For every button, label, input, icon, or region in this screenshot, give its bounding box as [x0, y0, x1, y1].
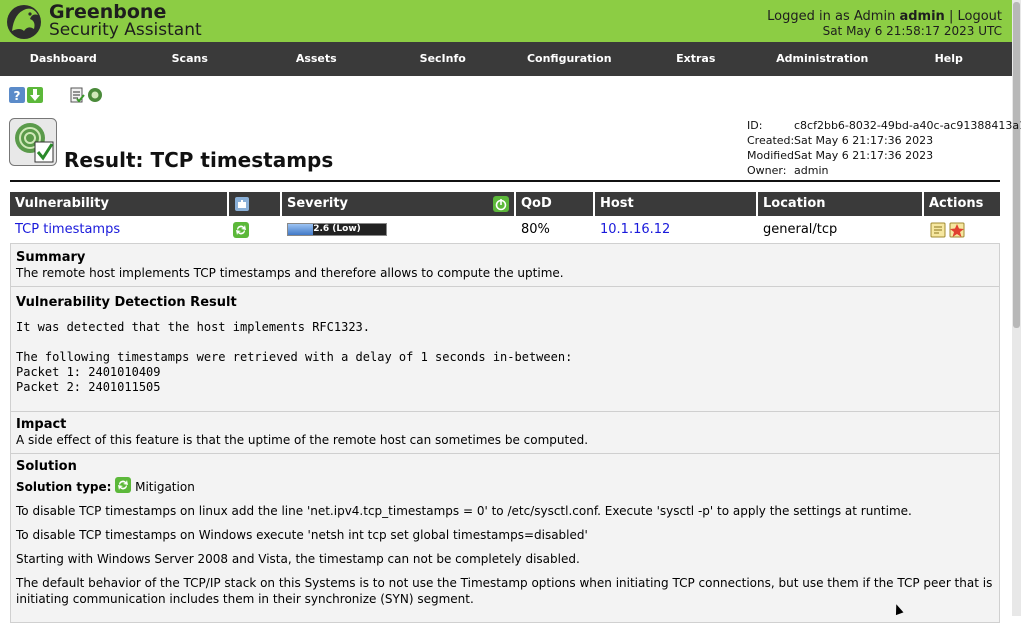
delta-icon[interactable]: [87, 87, 103, 103]
summary-heading: Summary: [16, 250, 86, 265]
cell-location: general/tcp: [763, 222, 838, 237]
nav-configuration[interactable]: Configuration: [506, 42, 633, 76]
puzzle-icon: [235, 197, 249, 211]
cell-solution-type: [229, 218, 282, 242]
username-link[interactable]: admin: [899, 9, 944, 24]
summary-section: Summary The remote host implements TCP t…: [11, 244, 999, 287]
impact-heading: Impact: [16, 417, 67, 432]
vulnerability-link[interactable]: TCP timestamps: [15, 222, 120, 237]
logout-link[interactable]: Logout: [957, 9, 1002, 24]
meta-owner-value: admin: [794, 164, 829, 177]
nav-help[interactable]: Help: [886, 42, 1013, 76]
cell-vulnerability: TCP timestamps: [10, 218, 229, 242]
meta-modified-value: Sat May 6 21:17:36 2023: [794, 149, 934, 162]
nav-assets[interactable]: Assets: [253, 42, 380, 76]
page-scrollbar[interactable]: [1012, 0, 1021, 616]
solution-section: Solution Solution type: Mitigation To di…: [11, 454, 999, 612]
greenbone-dragon-logo-icon[interactable]: [4, 1, 44, 41]
summary-text: The remote host implements TCP timestamp…: [16, 266, 564, 280]
nav-secinfo[interactable]: SecInfo: [380, 42, 507, 76]
main-nav: Dashboard Scans Assets SecInfo Configura…: [0, 42, 1012, 76]
col-location[interactable]: Location: [758, 192, 924, 216]
solution-type-line: Solution type: Mitigation: [16, 477, 994, 495]
col-severity[interactable]: Severity: [282, 192, 516, 216]
task-report-icon[interactable]: [69, 87, 85, 103]
power-icon[interactable]: [493, 196, 509, 212]
meta-id-value: c8cf2bb6-8032-49bd-a40c-ac91388413a1: [794, 119, 1021, 132]
nav-dashboard[interactable]: Dashboard: [0, 42, 127, 76]
col-host[interactable]: Host: [595, 192, 758, 216]
cell-host: 10.1.16.12: [595, 218, 758, 242]
col-severity-label: Severity: [287, 196, 349, 211]
result-details: Summary The remote host implements TCP t…: [10, 243, 1000, 623]
col-qod[interactable]: QoD: [516, 192, 595, 216]
impact-text: A side effect of this feature is that th…: [16, 433, 589, 447]
impact-section: Impact A side effect of this feature is …: [11, 412, 999, 454]
detection-result-section: Vulnerability Detection Result It was de…: [11, 287, 999, 412]
add-note-icon[interactable]: [930, 222, 946, 238]
brand-subtitle: Security Assistant: [49, 20, 202, 40]
svg-text:?: ?: [14, 89, 21, 103]
solution-heading: Solution: [16, 459, 77, 474]
severity-bar: 2.6 (Low): [287, 223, 387, 236]
nav-scans[interactable]: Scans: [127, 42, 254, 76]
cell-actions: [924, 218, 1000, 242]
user-role: Admin: [853, 9, 896, 24]
results-table-header: Vulnerability Severity QoD Host Location…: [10, 192, 1000, 216]
logged-in-prefix: Logged in as: [767, 9, 850, 24]
download-icon[interactable]: [27, 87, 43, 103]
solution-type-label: Solution type:: [16, 480, 112, 494]
nav-extras[interactable]: Extras: [633, 42, 760, 76]
col-nvt-type: [229, 192, 282, 216]
detection-result-heading: Vulnerability Detection Result: [16, 295, 237, 310]
add-override-icon[interactable]: [949, 222, 965, 238]
login-status: Logged in as Admin admin | Logout: [767, 9, 1002, 24]
solution-paragraph: Starting with Windows Server 2008 and Vi…: [16, 552, 580, 566]
cell-severity: 2.6 (Low): [282, 218, 516, 242]
solution-type-value: Mitigation: [135, 480, 195, 494]
host-link[interactable]: 10.1.16.12: [600, 222, 670, 237]
table-row: TCP timestamps 2.6 (Low) 80% 10.1.16.12 …: [10, 218, 1000, 242]
solution-paragraph: To disable TCP timestamps on Windows exe…: [16, 528, 588, 542]
meta-owner-label: Owner:: [747, 164, 787, 177]
separator: |: [948, 9, 954, 24]
meta-modified-label: Modified:: [747, 149, 798, 162]
meta-id-label: ID:: [747, 119, 763, 132]
nav-administration[interactable]: Administration: [759, 42, 886, 76]
title-divider: [10, 180, 1000, 182]
meta-created-value: Sat May 6 21:17:36 2023: [794, 134, 934, 147]
col-actions: Actions: [924, 192, 1000, 216]
toolbar-spacer: [45, 87, 67, 103]
mitigation-icon: [233, 222, 249, 238]
current-datetime: Sat May 6 21:58:17 2023 UTC: [822, 24, 1002, 38]
meta-created-label: Created:: [747, 134, 795, 147]
mitigation-icon: [115, 477, 132, 493]
detection-result-text: It was detected that the host implements…: [16, 320, 573, 394]
result-radar-icon: [9, 118, 57, 166]
severity-bar-label: 2.6 (Low): [313, 224, 361, 234]
app-header: Greenbone Security Assistant Logged in a…: [0, 0, 1012, 42]
solution-paragraph: To disable TCP timestamps on linux add t…: [16, 504, 912, 518]
solution-paragraph: The default behavior of the TCP/IP stack…: [16, 576, 993, 606]
col-vulnerability[interactable]: Vulnerability: [10, 192, 229, 216]
cell-qod: 80%: [521, 222, 550, 237]
toolbar: ?: [9, 87, 103, 103]
result-metadata: ID: c8cf2bb6-8032-49bd-a40c-ac91388413a1 …: [747, 118, 1021, 178]
page-title: Result: TCP timestamps: [64, 148, 334, 172]
help-icon[interactable]: ?: [9, 87, 25, 103]
